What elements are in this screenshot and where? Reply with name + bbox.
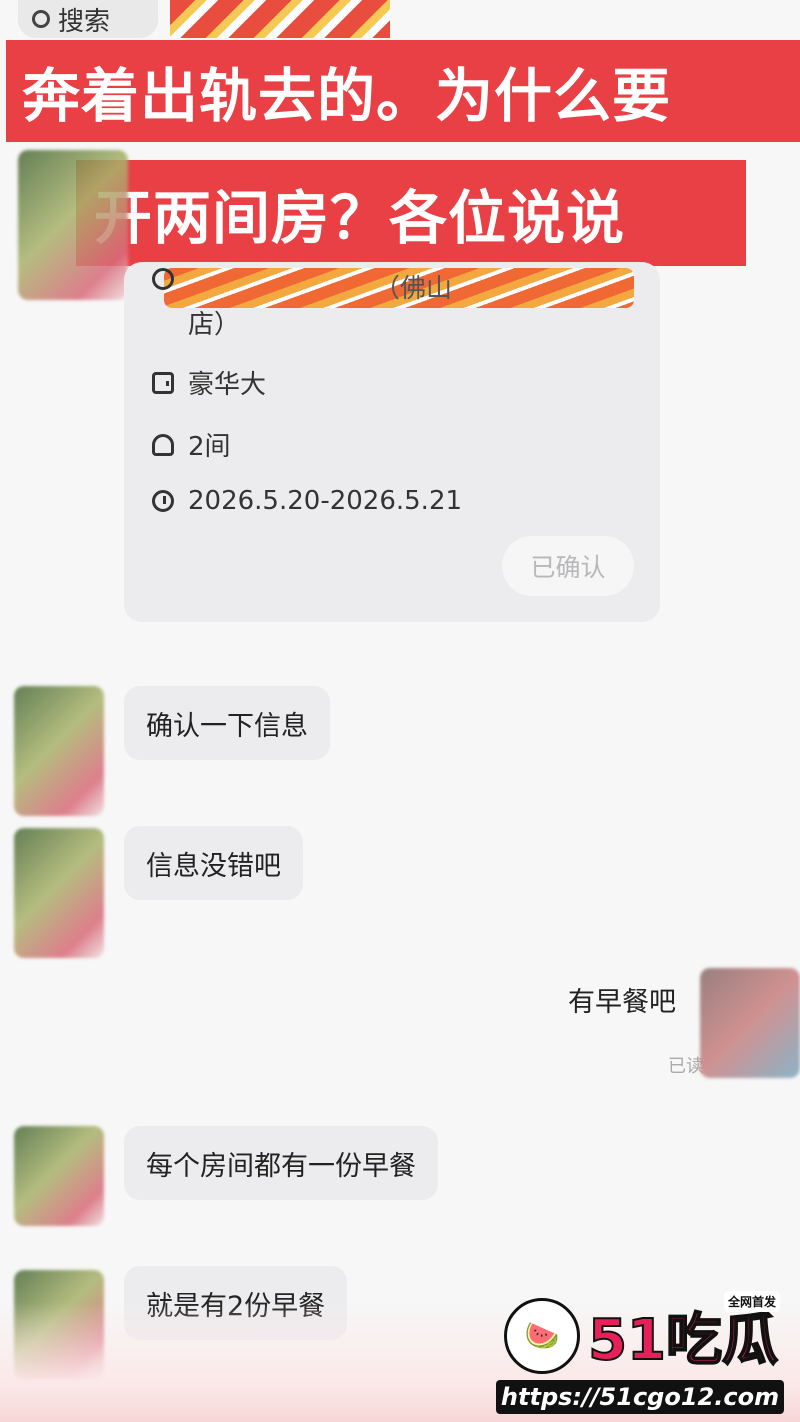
room-type-row: 豪华大 xyxy=(152,364,266,401)
my-avatar[interactable] xyxy=(700,968,800,1078)
stay-dates: 2026.5.20-2026.5.21 xyxy=(188,486,463,516)
location-icon xyxy=(152,268,174,290)
room-count-row: 2间 xyxy=(152,426,231,463)
search-icon xyxy=(32,10,50,28)
search-button[interactable]: 搜索 xyxy=(18,0,158,38)
door-icon xyxy=(152,371,174,394)
decorative-banner xyxy=(170,0,390,38)
avatar[interactable] xyxy=(14,1126,104,1226)
confirmed-button[interactable]: 已确认 xyxy=(502,536,634,596)
watermark-url: https://51cgo12.com xyxy=(496,1380,784,1414)
room-count: 2间 xyxy=(188,432,231,462)
hotel-name-partial: （佛山 xyxy=(374,274,453,304)
read-status: 已读 xyxy=(668,1056,704,1077)
avatar[interactable] xyxy=(14,686,104,816)
booking-card[interactable]: （佛山 店） 豪华大 2间 2026.5.20-2026.5.21 已确认 xyxy=(124,262,660,622)
message-bubble[interactable]: 信息没错吧 xyxy=(124,826,303,900)
search-label: 搜索 xyxy=(58,6,111,37)
message-bubble[interactable]: 每个房间都有一份早餐 xyxy=(124,1126,438,1200)
room-type: 豪华大 xyxy=(188,370,267,400)
watermark-logo: 🍉 51吃瓜 全网首发 xyxy=(504,1291,780,1376)
watermark-badge: 全网首发 xyxy=(723,1291,780,1312)
avatar[interactable] xyxy=(18,150,128,300)
avatar[interactable] xyxy=(14,828,104,958)
house-icon xyxy=(152,433,174,456)
message-bubble[interactable]: 确认一下信息 xyxy=(124,686,330,760)
mascot-icon: 🍉 xyxy=(504,1297,581,1374)
clock-icon xyxy=(152,490,174,512)
my-message[interactable]: 有早餐吧 xyxy=(568,980,676,1019)
caption-line-2: 开两间房？各位说说 xyxy=(76,160,746,266)
hotel-name-line2: 店） xyxy=(188,310,241,340)
date-row: 2026.5.20-2026.5.21 xyxy=(152,486,462,516)
caption-line-1: 奔着出轨去的。为什么要 xyxy=(6,40,800,142)
hotel-row xyxy=(152,268,174,290)
